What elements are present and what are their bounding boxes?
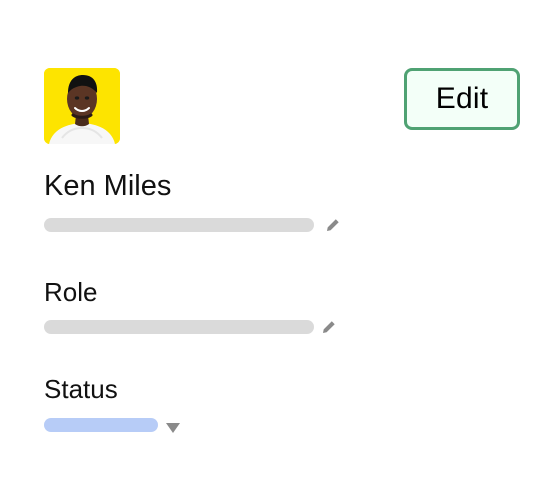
pencil-icon[interactable] (321, 319, 337, 335)
role-field-placeholder (44, 320, 314, 334)
profile-name: Ken Miles (44, 170, 172, 202)
pencil-icon[interactable] (325, 217, 341, 233)
name-field-placeholder (44, 218, 314, 232)
status-field-placeholder[interactable] (44, 418, 158, 432)
caret-down-icon[interactable] (166, 420, 180, 433)
role-label: Role (44, 277, 98, 307)
edit-button[interactable]: Edit (404, 68, 520, 130)
avatar-photo (44, 68, 120, 144)
avatar (44, 68, 120, 144)
status-label: Status (44, 374, 118, 404)
